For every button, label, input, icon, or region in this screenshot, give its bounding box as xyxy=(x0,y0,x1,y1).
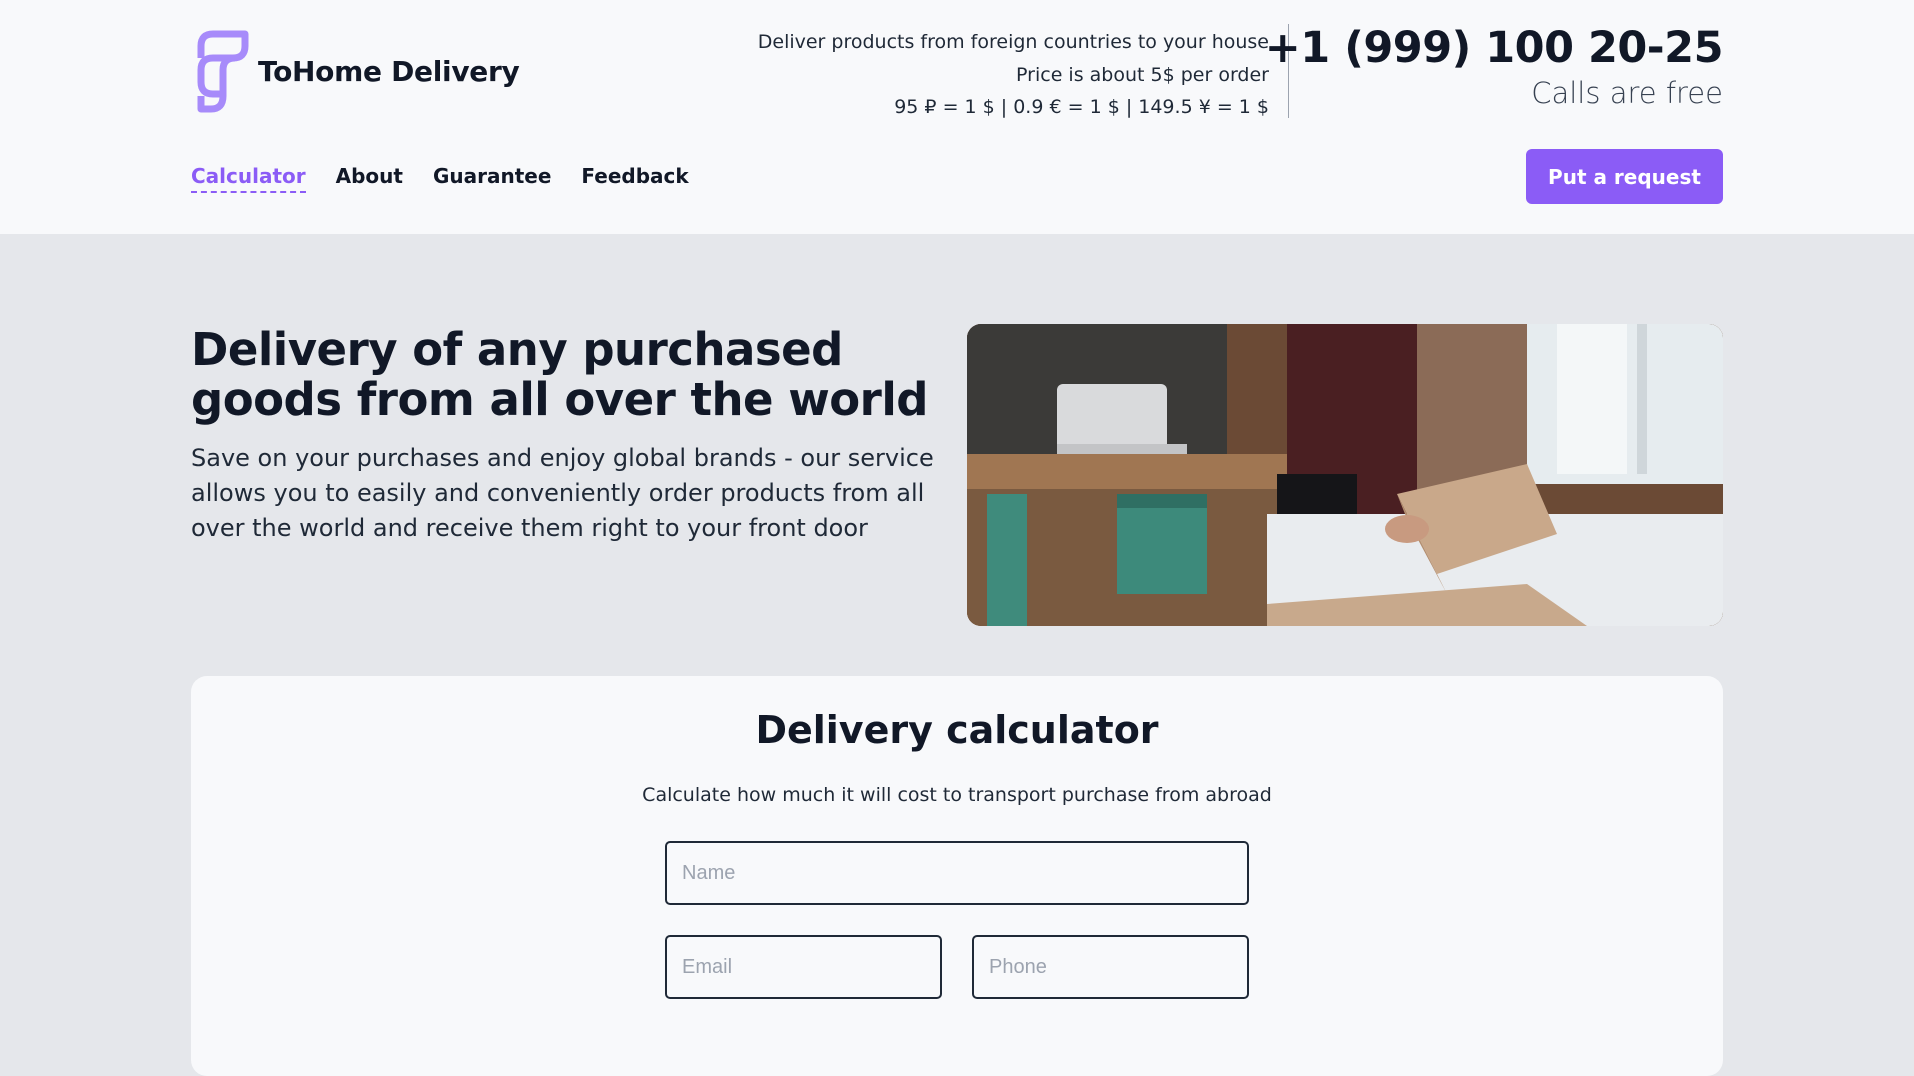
nav-about[interactable]: About xyxy=(336,164,403,193)
stacked-f-logo-icon xyxy=(197,30,249,113)
hero-image xyxy=(967,324,1723,626)
phone-number[interactable]: +1 (999) 100 20-25 xyxy=(1265,22,1724,74)
put-request-button[interactable]: Put a request xyxy=(1526,149,1723,204)
calculator-title: Delivery calculator xyxy=(755,708,1159,752)
info-tagline: Deliver products from foreign countries … xyxy=(757,31,1269,53)
person-packing-box-illustration xyxy=(967,324,1723,626)
hero-title: Delivery of any purchased goods from all… xyxy=(191,323,929,426)
hero-description: Save on your purchases and enjoy global … xyxy=(191,444,934,542)
brand-logo[interactable]: ToHome Delivery xyxy=(191,24,520,119)
info-exchange-rates: 95 ₽ = 1 $ | 0.9 € = 1 $ | 149.5 ¥ = 1 $ xyxy=(894,96,1269,118)
nav-guarantee[interactable]: Guarantee xyxy=(433,164,551,193)
main-nav: Calculator About Guarantee Feedback xyxy=(191,164,689,193)
email-input[interactable] xyxy=(665,935,942,999)
nav-feedback[interactable]: Feedback xyxy=(581,164,688,193)
calculator-subtitle: Calculate how much it will cost to trans… xyxy=(642,784,1272,806)
brand-name: ToHome Delivery xyxy=(258,55,520,88)
name-input[interactable] xyxy=(665,841,1249,905)
nav-calculator[interactable]: Calculator xyxy=(191,164,306,193)
service-info: Deliver products from foreign countries … xyxy=(758,26,1269,124)
calls-note: Calls are free xyxy=(1531,76,1723,110)
info-price: Price is about 5$ per order xyxy=(1016,63,1269,86)
contact-block: +1 (999) 100 20-25 Calls are free xyxy=(1265,22,1724,110)
phone-input[interactable] xyxy=(972,935,1249,999)
site-header: ToHome Delivery Deliver products from fo… xyxy=(0,0,1914,234)
